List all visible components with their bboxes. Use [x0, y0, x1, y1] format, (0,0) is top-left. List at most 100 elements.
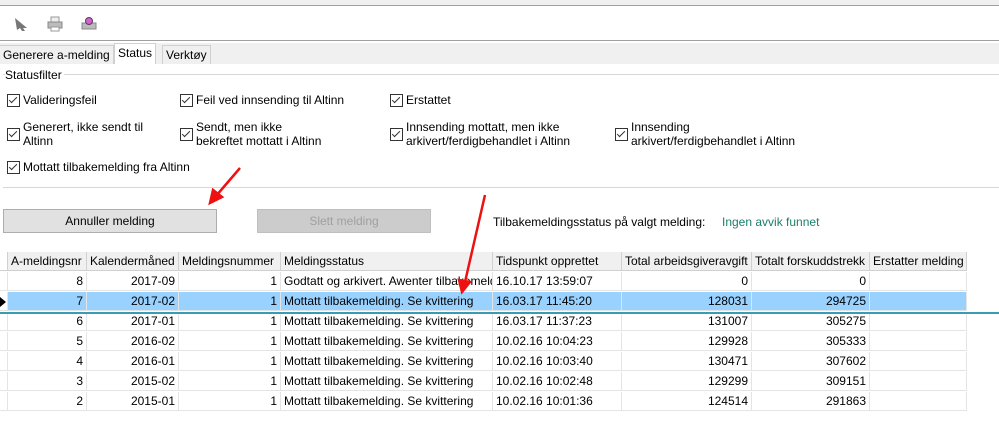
cell-meldingsnummer[interactable]: 1 [179, 312, 281, 331]
cell-meldingsnummer[interactable]: 1 [179, 372, 281, 391]
cell-tidspunkt[interactable]: 10.02.16 10:02:48 [493, 372, 622, 391]
checkbox-erstattet[interactable]: Erstattet [390, 93, 451, 107]
cell-kalendermaned[interactable]: 2015-02 [87, 372, 179, 391]
checkbox-box[interactable] [615, 127, 628, 141]
cell-kalendermaned[interactable]: 2016-01 [87, 352, 179, 371]
printer-icon[interactable] [46, 16, 64, 32]
cell-arbeidsgiveravgift[interactable]: 128031 [622, 292, 752, 311]
cell-erstatter[interactable] [870, 372, 967, 391]
table-row[interactable]: 7 2017-02 1 Mottatt tilbakemelding. Se kvit… [0, 292, 967, 312]
checkbox-box[interactable] [7, 160, 20, 174]
checkbox-box[interactable] [390, 127, 403, 141]
slett-melding-button[interactable]: Slett melding [257, 209, 431, 233]
cell-meldingsstatus[interactable]: Mottatt tilbakemelding. Se kvittering [281, 372, 493, 391]
row-header[interactable] [0, 392, 8, 411]
table-row[interactable]: 3 2015-02 1 Mottatt tilbakemelding. Se kvit… [0, 372, 967, 392]
column-header-meldingsstatus[interactable]: Meldingsstatus [281, 252, 493, 271]
cell-erstatter[interactable] [870, 332, 967, 351]
cell-tidspunkt[interactable]: 16.10.17 13:59:07 [493, 272, 622, 291]
cell-a-meldingsnr[interactable]: 4 [8, 352, 87, 371]
cell-forskuddstrekk[interactable]: 305333 [752, 332, 870, 351]
cell-meldingsstatus[interactable]: Mottatt tilbakemelding. Se kvittering [281, 352, 493, 371]
checkbox-box[interactable] [390, 93, 403, 107]
checkbox-box[interactable] [7, 93, 20, 107]
cell-a-meldingsnr[interactable]: 2 [8, 392, 87, 411]
column-header-forskuddstrekk[interactable]: Totalt forskuddstrekk [752, 252, 870, 271]
table-row[interactable]: 4 2016-01 1 Mottatt tilbakemelding. Se kvit… [0, 352, 967, 372]
table-row[interactable]: 2 2015-01 1 Mottatt tilbakemelding. Se kvit… [0, 392, 967, 412]
cell-arbeidsgiveravgift[interactable]: 0 [622, 272, 752, 291]
row-header[interactable] [0, 272, 8, 291]
cell-erstatter[interactable] [870, 392, 967, 411]
cell-a-meldingsnr[interactable]: 6 [8, 312, 87, 331]
table-row[interactable]: 6 2017-01 1 Mottatt tilbakemelding. Se kvit… [0, 312, 967, 332]
cell-arbeidsgiveravgift[interactable]: 130471 [622, 352, 752, 371]
cell-tidspunkt[interactable]: 10.02.16 10:04:23 [493, 332, 622, 351]
cell-meldingsstatus[interactable]: Godtatt og arkivert. Awenter tilbakemeld… [281, 272, 493, 291]
row-header[interactable] [0, 332, 8, 351]
cell-tidspunkt[interactable]: 16.03.17 11:37:23 [493, 312, 622, 331]
cell-kalendermaned[interactable]: 2017-09 [87, 272, 179, 291]
cell-a-meldingsnr[interactable]: 3 [8, 372, 87, 391]
column-header-tidspunkt[interactable]: Tidspunkt opprettet [493, 252, 622, 271]
tab-status[interactable]: Status [114, 43, 157, 65]
cell-arbeidsgiveravgift[interactable]: 131007 [622, 312, 752, 331]
cell-tidspunkt[interactable]: 10.02.16 10:01:36 [493, 392, 622, 411]
cell-kalendermaned[interactable]: 2017-02 [87, 292, 179, 311]
checkbox-mottatt-tilbakemelding[interactable]: Mottatt tilbakemelding fra Altinn [7, 160, 190, 174]
tab-generere[interactable]: Generere a-melding [0, 45, 114, 64]
cell-erstatter[interactable] [870, 352, 967, 371]
checkbox-innsending-mottatt[interactable]: Innsending mottatt, men ikke arkivert/fer… [390, 120, 570, 148]
cell-meldingsnummer[interactable]: 1 [179, 272, 281, 291]
table-row[interactable]: 8 2017-09 1 Godtatt og arkivert. Awenter ti… [0, 272, 967, 292]
row-header[interactable] [0, 312, 8, 331]
cell-meldingsnummer[interactable]: 1 [179, 292, 281, 311]
column-header-arbeidsgiveravgift[interactable]: Total arbeidsgiveravgift [622, 252, 752, 271]
cell-arbeidsgiveravgift[interactable]: 129299 [622, 372, 752, 391]
cell-erstatter[interactable] [870, 312, 967, 331]
cell-meldingsnummer[interactable]: 1 [179, 332, 281, 351]
checkbox-box[interactable] [180, 93, 193, 107]
cell-erstatter[interactable] [870, 272, 967, 291]
checkbox-box[interactable] [180, 127, 193, 141]
cell-kalendermaned[interactable]: 2017-01 [87, 312, 179, 331]
cell-meldingsnummer[interactable]: 1 [179, 352, 281, 371]
cell-erstatter[interactable] [870, 292, 967, 311]
column-header-a-meldingsnr[interactable]: A-meldingsnr [8, 252, 87, 271]
row-header[interactable] [0, 352, 8, 371]
checkbox-innsending-arkivert[interactable]: Innsending arkivert/ferdigbehandlet i Alt… [615, 120, 795, 148]
column-header-kalendermaned[interactable]: Kalendermåned [87, 252, 179, 271]
checkbox-generert[interactable]: Generert, ikke sendt til Altinn [7, 120, 143, 148]
column-header-erstatter[interactable]: Erstatter melding [870, 252, 967, 271]
checkbox-feil-innsending[interactable]: Feil ved innsending til Altinn [180, 93, 344, 107]
cell-kalendermaned[interactable]: 2015-01 [87, 392, 179, 411]
cell-arbeidsgiveravgift[interactable]: 124514 [622, 392, 752, 411]
cell-forskuddstrekk[interactable]: 291863 [752, 392, 870, 411]
cell-meldingsstatus[interactable]: Mottatt tilbakemelding. Se kvittering [281, 332, 493, 351]
cell-forskuddstrekk[interactable]: 309151 [752, 372, 870, 391]
tab-verktoy[interactable]: Verktøy [162, 45, 211, 64]
cell-tidspunkt[interactable]: 16.03.17 11:45:20 [493, 292, 622, 311]
row-header[interactable] [0, 372, 8, 391]
annuller-melding-button[interactable]: Annuller melding [3, 209, 217, 233]
cell-meldingsnummer[interactable]: 1 [179, 392, 281, 411]
cell-a-meldingsnr[interactable]: 7 [8, 292, 87, 311]
cell-forskuddstrekk[interactable]: 307602 [752, 352, 870, 371]
checkbox-box[interactable] [7, 127, 20, 141]
cell-meldingsstatus[interactable]: Mottatt tilbakemelding. Se kvittering [281, 392, 493, 411]
cell-kalendermaned[interactable]: 2016-02 [87, 332, 179, 351]
cell-meldingsstatus[interactable]: Mottatt tilbakemelding. Se kvittering [281, 312, 493, 331]
print-preview-icon[interactable] [80, 16, 98, 32]
cell-forskuddstrekk[interactable]: 305275 [752, 312, 870, 331]
checkbox-valideringsfeil[interactable]: Valideringsfeil [7, 93, 97, 107]
arrow-icon[interactable] [13, 16, 31, 32]
row-header[interactable] [0, 252, 8, 271]
checkbox-sendt[interactable]: Sendt, men ikke bekreftet mottatt i Altin… [180, 120, 321, 148]
column-header-meldingsnummer[interactable]: Meldingsnummer [179, 252, 281, 271]
cell-forskuddstrekk[interactable]: 294725 [752, 292, 870, 311]
cell-arbeidsgiveravgift[interactable]: 129928 [622, 332, 752, 351]
cell-a-meldingsnr[interactable]: 5 [8, 332, 87, 351]
cell-forskuddstrekk[interactable]: 0 [752, 272, 870, 291]
cell-tidspunkt[interactable]: 10.02.16 10:03:40 [493, 352, 622, 371]
cell-a-meldingsnr[interactable]: 8 [8, 272, 87, 291]
